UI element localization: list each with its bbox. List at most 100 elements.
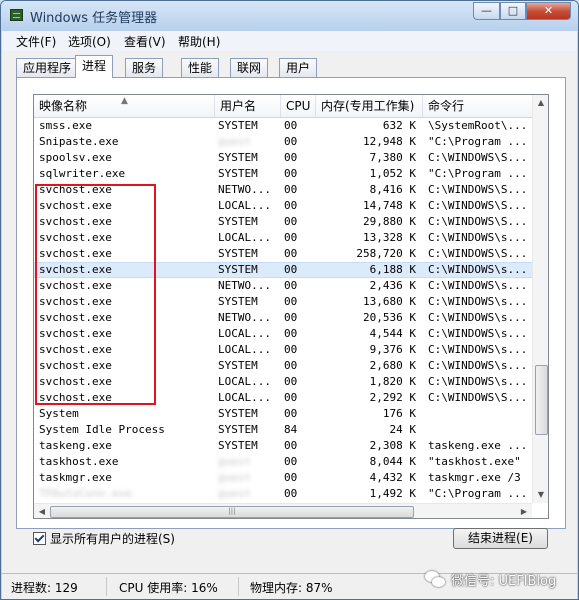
checkbox-checked-icon[interactable]	[33, 532, 46, 545]
process-command-line: C:\WINDOWS\s...	[428, 375, 528, 388]
process-name: spoolsv.exe	[39, 151, 112, 164]
process-row[interactable]: smss.exe SYSTEM 00 632 K \SystemRoot\...	[34, 118, 532, 134]
process-cpu: 00	[284, 183, 298, 196]
process-row[interactable]: taskhost.exe guest 00 8,044 K "taskhost.exe"	[34, 454, 532, 470]
process-user: LOCAL...	[218, 231, 271, 244]
show-all-users-checkbox[interactable]: 显示所有用户的进程(S)	[33, 530, 175, 547]
watermark: 微信号: UEFIBlog	[425, 568, 556, 596]
process-user: NETWO...	[218, 311, 271, 324]
process-user: LOCAL...	[218, 391, 271, 404]
menu-view[interactable]: 查看(V)	[124, 33, 166, 50]
show-all-users-label: 显示所有用户的进程(S)	[50, 532, 175, 546]
process-command-line: C:\WINDOWS\S...	[428, 391, 528, 404]
process-memory: 1,492 K	[369, 487, 416, 500]
column-command-line[interactable]: 命令行	[423, 95, 548, 117]
watermark-text: 微信号: UEFIBlog	[451, 574, 557, 589]
vertical-scroll-thumb[interactable]	[535, 365, 548, 435]
process-command-line: "C:\Program ...	[428, 167, 528, 180]
task-manager-window: Windows 任务管理器 — □ ✕ 文件(F) 选项(O) 查看(V) 帮助…	[0, 0, 579, 600]
status-divider	[106, 577, 107, 596]
menu-help[interactable]: 帮助(H)	[178, 33, 220, 50]
column-cpu[interactable]: CPU	[281, 95, 316, 117]
maximize-button[interactable]: □	[500, 2, 526, 20]
process-row[interactable]: System SYSTEM 00 176 K	[34, 406, 532, 422]
process-memory: 1,052 K	[369, 167, 416, 180]
process-user: guest	[218, 135, 252, 148]
process-command-line: C:\WINDOWS\s...	[428, 311, 528, 324]
end-process-button[interactable]: 结束进程(E)	[453, 528, 548, 549]
tab-networking[interactable]: 联网	[230, 58, 269, 77]
process-row[interactable]: sqlwriter.exe SYSTEM 00 1,052 K "C:\Program …	[34, 166, 532, 182]
process-row[interactable]: spoolsv.exe SYSTEM 00 7,380 K C:\WINDOWS\S..…	[34, 150, 532, 166]
column-memory[interactable]: 内存(专用工作集)	[316, 95, 423, 117]
process-user: NETWO...	[218, 279, 271, 292]
vertical-scrollbar[interactable]: ▲ ▼	[532, 95, 548, 503]
tab-applications[interactable]: 应用程序	[16, 58, 79, 77]
process-command-line: C:\WINDOWS\S...	[428, 247, 528, 260]
status-divider	[238, 577, 239, 596]
scroll-left-arrow-icon[interactable]: ◀	[34, 504, 50, 518]
process-command-line: "taskhost.exe"	[428, 455, 521, 468]
process-cpu: 00	[284, 391, 298, 404]
process-user: SYSTEM	[218, 247, 258, 260]
process-memory: 176 K	[382, 407, 416, 420]
scroll-up-arrow-icon[interactable]: ▲	[533, 95, 548, 111]
process-cpu: 00	[284, 327, 298, 340]
process-cpu: 00	[284, 359, 298, 372]
tab-users[interactable]: 用户	[279, 58, 318, 77]
process-row[interactable]: taskeng.exe SYSTEM 00 2,308 K taskeng.exe ..…	[34, 438, 532, 454]
column-user[interactable]: 用户名	[215, 95, 281, 117]
process-memory: 14,748 K	[363, 199, 416, 212]
process-command-line: \SystemRoot\...	[428, 119, 528, 132]
process-memory: 8,044 K	[369, 455, 416, 468]
process-memory: 4,432 K	[369, 471, 416, 484]
menu-file[interactable]: 文件(F)	[16, 33, 56, 50]
process-memory: 1,820 K	[369, 375, 416, 388]
process-cpu: 00	[284, 375, 298, 388]
process-name: taskmgr.exe	[39, 471, 112, 484]
column-image-name[interactable]: 映像名称 ▲	[34, 95, 215, 117]
process-name: taskeng.exe	[39, 439, 112, 452]
menu-options[interactable]: 选项(O)	[68, 33, 111, 50]
process-user: SYSTEM	[218, 359, 258, 372]
process-cpu: 00	[284, 263, 298, 276]
close-button[interactable]: ✕	[526, 2, 571, 20]
process-name: sqlwriter.exe	[39, 167, 126, 180]
process-memory: 12,948 K	[363, 135, 416, 148]
svchost-highlight-box	[35, 184, 156, 405]
process-cpu: 00	[284, 343, 298, 356]
process-cpu: 00	[284, 471, 298, 484]
process-memory: 632 K	[382, 119, 416, 132]
tab-processes[interactable]: 进程	[75, 55, 114, 78]
scroll-down-arrow-icon[interactable]: ▼	[533, 487, 548, 503]
process-user: SYSTEM	[218, 119, 258, 132]
minimize-button[interactable]: —	[473, 2, 500, 20]
title-bar[interactable]: Windows 任务管理器 — □ ✕	[1, 1, 578, 31]
process-command-line: C:\WINDOWS\s...	[428, 263, 528, 276]
horizontal-scroll-thumb[interactable]: |||	[50, 506, 414, 518]
process-cpu: 00	[284, 487, 298, 500]
process-row[interactable]: Snipaste.exe guest 00 12,948 K "C:\Program .…	[34, 134, 532, 150]
process-user: LOCAL...	[218, 375, 271, 388]
process-command-line: taskeng.exe ...	[428, 439, 528, 452]
process-name: smss.exe	[39, 119, 92, 132]
tab-services[interactable]: 服务	[125, 58, 164, 77]
process-memory: 2,308 K	[369, 439, 416, 452]
process-cpu: 00	[284, 199, 298, 212]
wechat-icon	[425, 571, 447, 589]
scroll-right-arrow-icon[interactable]: ▶	[516, 504, 532, 518]
process-cpu: 00	[284, 119, 298, 132]
process-row[interactable]: taskmgr.exe guest 00 4,432 K taskmgr.exe /3	[34, 470, 532, 486]
process-user: SYSTEM	[218, 215, 258, 228]
process-name: System Idle Process	[39, 423, 165, 436]
process-row[interactable]: TPAutoConn.exe guest 00 1,492 K "C:\Program …	[34, 486, 532, 502]
process-command-line: C:\WINDOWS\s...	[428, 279, 528, 292]
process-command-line: "C:\Program ...	[428, 487, 528, 500]
tab-performance[interactable]: 性能	[181, 58, 220, 77]
horizontal-scrollbar[interactable]: ◀ ||| ▶	[34, 503, 532, 518]
process-memory: 24 K	[389, 423, 417, 436]
process-command-line: C:\WINDOWS\s...	[428, 343, 528, 356]
process-command-line: C:\WINDOWS\S...	[428, 215, 528, 228]
process-row[interactable]: System Idle Process SYSTEM 84 24 K	[34, 422, 532, 438]
process-memory: 2,680 K	[369, 359, 416, 372]
